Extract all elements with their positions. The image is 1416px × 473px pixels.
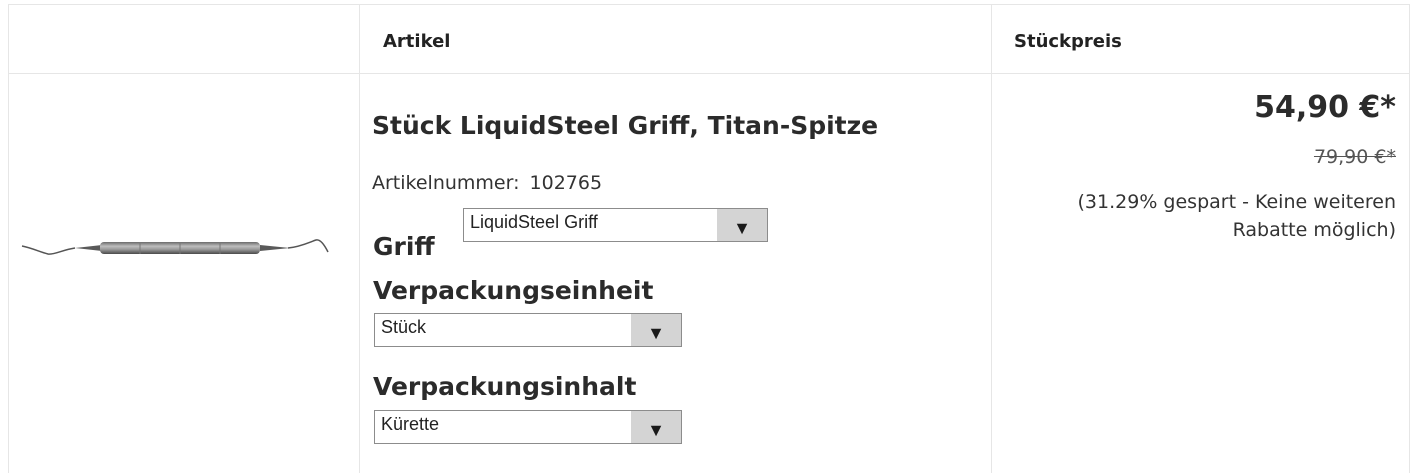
product-image[interactable]: [20, 228, 330, 268]
header-unit-price: Stückpreis: [1014, 30, 1122, 52]
article-number-label: Artikelnummer:: [372, 172, 520, 194]
old-price: 79,90 €*: [1313, 146, 1396, 168]
griff-select[interactable]: LiquidSteel Griff ▼: [463, 208, 768, 242]
verpackungsinhalt-select[interactable]: Kürette ▼: [374, 410, 682, 444]
unit-price: 54,90 €*: [1254, 90, 1396, 125]
chevron-down-icon[interactable]: ▼: [717, 209, 767, 241]
column-divider: [991, 5, 992, 473]
header-image-column: [9, 5, 359, 77]
saving-note: (31.29% gespart - Keine weiteren Rabatte…: [1077, 191, 1396, 241]
header-article: Artikel: [383, 30, 451, 52]
griff-label: Griff: [373, 232, 435, 261]
chevron-down-icon[interactable]: ▼: [631, 411, 681, 443]
verpackungsinhalt-label: Verpackungsinhalt: [373, 372, 637, 401]
verpackungseinheit-label: Verpackungseinheit: [373, 276, 654, 305]
chevron-down-icon[interactable]: ▼: [631, 314, 681, 346]
verpackungsinhalt-select-value: Kürette: [381, 414, 440, 434]
column-divider: [359, 5, 360, 473]
griff-select-value: LiquidSteel Griff: [470, 212, 598, 232]
verpackungseinheit-select-value: Stück: [381, 317, 427, 337]
article-number-value: 102765: [529, 172, 603, 194]
article-number-row: Artikelnummer: 102765: [372, 172, 602, 194]
verpackungseinheit-select[interactable]: Stück ▼: [374, 313, 682, 347]
product-title[interactable]: Stück LiquidSteel Griff, Titan-Spitze: [372, 111, 878, 140]
